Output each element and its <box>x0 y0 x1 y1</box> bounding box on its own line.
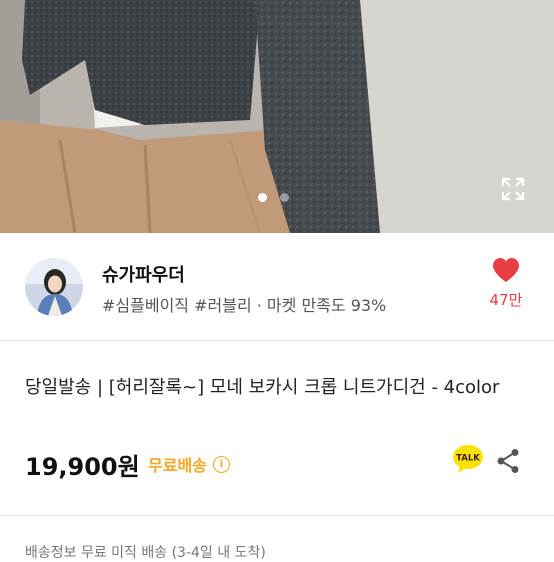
carousel-dot[interactable] <box>280 193 289 202</box>
shipping-info-row: 배송정보 무료 미직 배송 (3-4일 내 도착) <box>25 545 266 561</box>
like-count: 47만 <box>489 291 523 309</box>
shipping-label: 무료배송 <box>148 456 207 475</box>
product-image-carousel[interactable] <box>0 0 554 233</box>
info-icon[interactable]: i <box>212 455 230 473</box>
seller-section: 슈가파우더 #심플베이직 #러블리 · 마켓 만족도 93% 47만 <box>0 233 554 341</box>
product-price: 19,900원 <box>25 453 140 481</box>
share-icon[interactable] <box>496 448 520 478</box>
seller-avatar[interactable] <box>25 258 83 316</box>
carousel-indicator <box>258 193 289 202</box>
talk-label: TALK <box>456 454 480 464</box>
product-title: 당일발송 | [허리잘록~] 모네 보카시 크롭 니트가디건 - 4color <box>25 377 500 398</box>
expand-arrows-icon[interactable] <box>500 176 526 202</box>
heart-icon[interactable] <box>492 257 520 283</box>
talk-button[interactable]: TALK <box>452 444 484 478</box>
section-divider <box>0 515 554 516</box>
seller-name[interactable]: 슈가파우더 <box>102 261 185 287</box>
seller-tags-satisfaction: #심플베이직 #러블리 · 마켓 만족도 93% <box>102 296 387 315</box>
shipping-badge: 무료배송 i <box>148 452 230 476</box>
carousel-dot-active[interactable] <box>258 193 267 202</box>
like-button[interactable]: 47만 <box>488 257 524 310</box>
